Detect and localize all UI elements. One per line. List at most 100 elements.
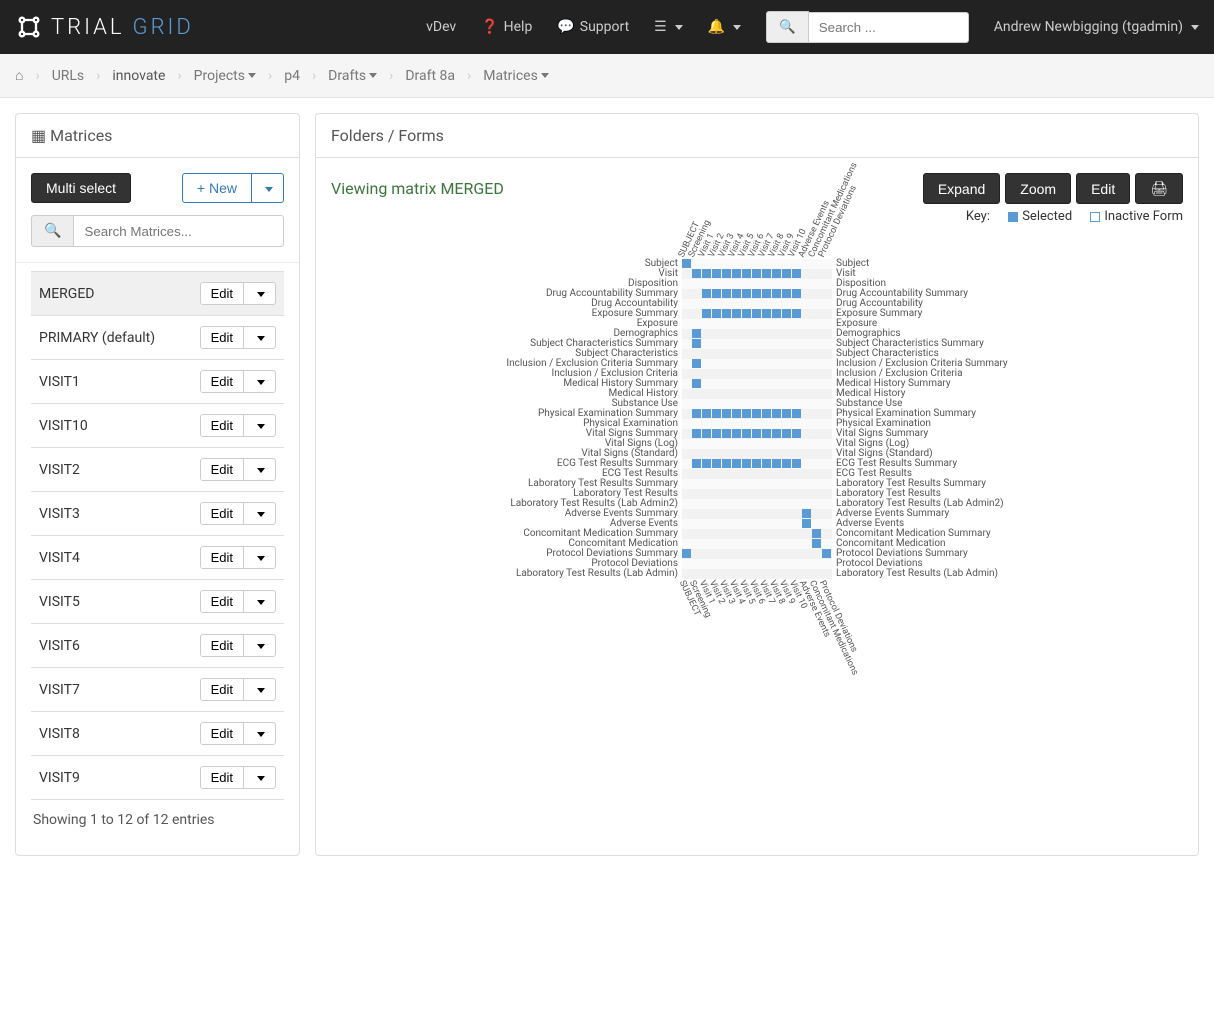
- matrix-cell[interactable]: [782, 289, 791, 298]
- matrix-cell[interactable]: [712, 309, 721, 318]
- matrix-dropdown-button[interactable]: [244, 546, 276, 569]
- matrix-cell[interactable]: [782, 409, 791, 418]
- breadcrumb-p4[interactable]: p4: [284, 68, 300, 84]
- matrix-cell[interactable]: [742, 269, 751, 278]
- matrix-dropdown-button[interactable]: [244, 766, 276, 789]
- matrix-cell[interactable]: [792, 269, 801, 278]
- matrix-cell[interactable]: [742, 289, 751, 298]
- matrix-cell[interactable]: [802, 509, 811, 518]
- matrix-cell[interactable]: [712, 459, 721, 468]
- matrix-cell[interactable]: [692, 359, 701, 368]
- expand-button[interactable]: Expand: [923, 173, 1000, 204]
- nav-support[interactable]: 💬 Support: [557, 19, 629, 35]
- matrix-cell[interactable]: [702, 409, 711, 418]
- matrix-cell[interactable]: [722, 429, 731, 438]
- matrix-cell[interactable]: [742, 309, 751, 318]
- matrix-cell[interactable]: [742, 429, 751, 438]
- breadcrumb-matrices[interactable]: Matrices: [483, 68, 549, 84]
- matrix-dropdown-button[interactable]: [244, 370, 276, 393]
- matrix-cell[interactable]: [712, 409, 721, 418]
- matrix-cell[interactable]: [692, 379, 701, 388]
- matrix-item[interactable]: VISIT9Edit: [31, 756, 284, 800]
- matrix-item[interactable]: VISIT3Edit: [31, 492, 284, 536]
- matrix-cell[interactable]: [722, 459, 731, 468]
- breadcrumb-urls[interactable]: URLs: [52, 68, 84, 84]
- matrix-dropdown-button[interactable]: [244, 634, 276, 657]
- matrix-cell[interactable]: [722, 309, 731, 318]
- matrix-cell[interactable]: [712, 289, 721, 298]
- search-input[interactable]: [809, 12, 969, 43]
- breadcrumb-home-icon[interactable]: ⌂: [15, 67, 23, 84]
- matrix-cell[interactable]: [752, 459, 761, 468]
- breadcrumb-drafts[interactable]: Drafts: [328, 68, 377, 84]
- search-matrices-input[interactable]: [74, 215, 284, 247]
- matrix-cell[interactable]: [782, 309, 791, 318]
- nav-lines-icon[interactable]: ☰: [654, 19, 683, 35]
- matrix-edit-button[interactable]: Edit: [200, 502, 244, 525]
- matrix-cell[interactable]: [702, 309, 711, 318]
- matrix-cell[interactable]: [742, 459, 751, 468]
- matrix-cell[interactable]: [772, 269, 781, 278]
- multi-select-button[interactable]: Multi select: [31, 173, 131, 203]
- matrix-edit-button[interactable]: Edit: [200, 458, 244, 481]
- nav-vdev[interactable]: vDev: [426, 19, 456, 35]
- matrix-dropdown-button[interactable]: [244, 414, 276, 437]
- matrix-cell[interactable]: [732, 289, 741, 298]
- matrix-cell[interactable]: [752, 289, 761, 298]
- matrix-cell[interactable]: [762, 429, 771, 438]
- matrix-cell[interactable]: [782, 269, 791, 278]
- matrix-cell[interactable]: [792, 459, 801, 468]
- matrix-cell[interactable]: [732, 429, 741, 438]
- matrix-item[interactable]: PRIMARY (default)Edit: [31, 316, 284, 360]
- matrix-item[interactable]: VISIT2Edit: [31, 448, 284, 492]
- matrix-cell[interactable]: [762, 289, 771, 298]
- new-dropdown-button[interactable]: [252, 173, 284, 203]
- matrix-cell[interactable]: [692, 459, 701, 468]
- matrix-cell[interactable]: [692, 409, 701, 418]
- matrix-cell[interactable]: [792, 409, 801, 418]
- matrix-item[interactable]: VISIT1Edit: [31, 360, 284, 404]
- nav-user[interactable]: Andrew Newbigging (tgadmin): [994, 19, 1199, 35]
- matrix-item[interactable]: VISIT10Edit: [31, 404, 284, 448]
- matrix-edit-button[interactable]: Edit: [200, 590, 244, 613]
- matrix-cell[interactable]: [732, 309, 741, 318]
- matrix-edit-button[interactable]: Edit: [200, 326, 244, 349]
- matrix-dropdown-button[interactable]: [244, 678, 276, 701]
- matrix-cell[interactable]: [692, 429, 701, 438]
- print-button[interactable]: 🖨: [1135, 173, 1183, 204]
- matrix-item[interactable]: VISIT6Edit: [31, 624, 284, 668]
- matrix-cell[interactable]: [772, 409, 781, 418]
- breadcrumb-draft8a[interactable]: Draft 8a: [405, 68, 455, 84]
- matrix-dropdown-button[interactable]: [244, 502, 276, 525]
- matrix-cell[interactable]: [802, 519, 811, 528]
- matrix-cell[interactable]: [782, 429, 791, 438]
- matrix-cell[interactable]: [762, 459, 771, 468]
- matrix-cell[interactable]: [682, 549, 691, 558]
- edit-button[interactable]: Edit: [1076, 173, 1130, 204]
- breadcrumb-projects[interactable]: Projects: [194, 68, 256, 84]
- breadcrumb-innovate[interactable]: innovate: [112, 68, 165, 84]
- matrix-cell[interactable]: [722, 409, 731, 418]
- matrix-cell[interactable]: [702, 429, 711, 438]
- matrix-cell[interactable]: [792, 289, 801, 298]
- matrix-cell[interactable]: [762, 409, 771, 418]
- matrix-cell[interactable]: [772, 309, 781, 318]
- matrix-cell[interactable]: [732, 269, 741, 278]
- matrix-cell[interactable]: [772, 289, 781, 298]
- matrix-cell[interactable]: [752, 309, 761, 318]
- matrix-cell[interactable]: [752, 429, 761, 438]
- matrix-cell[interactable]: [742, 409, 751, 418]
- matrix-cell[interactable]: [722, 269, 731, 278]
- matrix-edit-button[interactable]: Edit: [200, 678, 244, 701]
- matrix-cell[interactable]: [732, 459, 741, 468]
- matrix-cell[interactable]: [702, 289, 711, 298]
- matrix-cell[interactable]: [702, 269, 711, 278]
- matrix-edit-button[interactable]: Edit: [200, 370, 244, 393]
- matrix-item[interactable]: VISIT4Edit: [31, 536, 284, 580]
- matrix-edit-button[interactable]: Edit: [200, 634, 244, 657]
- matrix-cell[interactable]: [752, 269, 761, 278]
- brand-logo[interactable]: TRIALGRID: [15, 13, 194, 41]
- matrix-edit-button[interactable]: Edit: [200, 414, 244, 437]
- matrix-cell[interactable]: [762, 269, 771, 278]
- nav-help[interactable]: ❓ Help: [481, 19, 532, 35]
